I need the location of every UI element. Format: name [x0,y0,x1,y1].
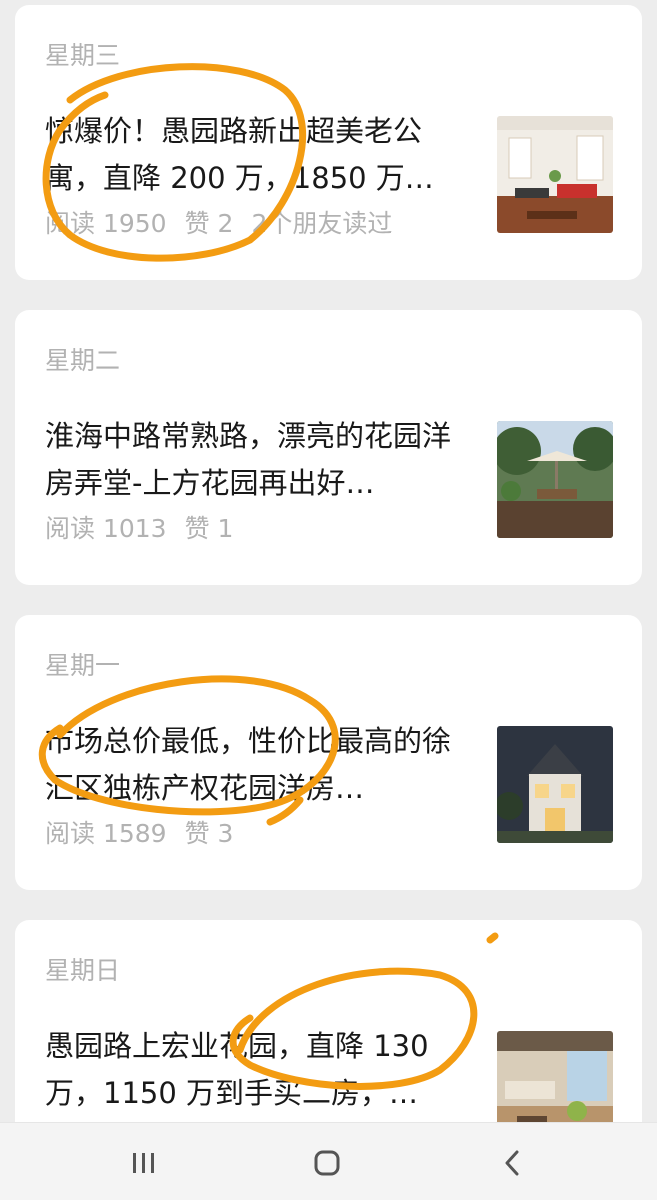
like-count: 赞 1 [184,514,234,543]
garden-patio-photo[interactable] [497,421,613,538]
system-navigation-bar [0,1122,657,1200]
article-meta: 阅读 1950 赞 2 2个朋友读过 [45,208,410,240]
living-room-photo[interactable] [497,116,613,233]
read-count: 阅读 1589 [45,819,167,848]
read-count: 阅读 1950 [45,209,167,238]
article-day: 星期一 [45,651,121,680]
home-icon[interactable] [297,1143,357,1183]
article-card[interactable]: 星期一 市场总价最低，性价比最高的徐汇区独栋产权花园洋房… 阅读 1589 赞 3 [15,615,642,890]
article-meta: 阅读 1013 赞 1 [45,513,251,545]
article-title[interactable]: 市场总价最低，性价比最高的徐汇区独栋产权花园洋房… [45,718,473,812]
article-title[interactable]: 淮海中路常熟路，漂亮的花园洋房弄堂-上方花园再出好… [45,413,473,507]
article-card[interactable]: 星期二 淮海中路常熟路，漂亮的花园洋房弄堂-上方花园再出好… 阅读 1013 赞 … [15,310,642,585]
article-card[interactable]: 星期三 惊爆价！愚园路新出超美老公寓，直降 200 万，1850 万… 阅读 1… [15,5,642,280]
article-title[interactable]: 愚园路上宏业花园，直降 130 万，1150 万到手买二房，… [45,1023,473,1117]
recent-apps-icon[interactable] [114,1143,174,1183]
article-list-screen: 星期三 惊爆价！愚园路新出超美老公寓，直降 200 万，1850 万… 阅读 1… [0,0,657,1200]
friends-read: 2个朋友读过 [251,209,393,238]
article-title[interactable]: 惊爆价！愚园路新出超美老公寓，直降 200 万，1850 万… [45,108,473,202]
like-count: 赞 3 [184,819,234,848]
villa-exterior-photo[interactable] [497,726,613,843]
read-count: 阅读 1013 [45,514,167,543]
article-meta: 阅读 1589 赞 3 [45,818,251,850]
article-day: 星期日 [45,956,121,985]
article-day: 星期三 [45,41,121,70]
back-icon[interactable] [482,1143,542,1183]
article-day: 星期二 [45,346,121,375]
like-count: 赞 2 [184,209,234,238]
